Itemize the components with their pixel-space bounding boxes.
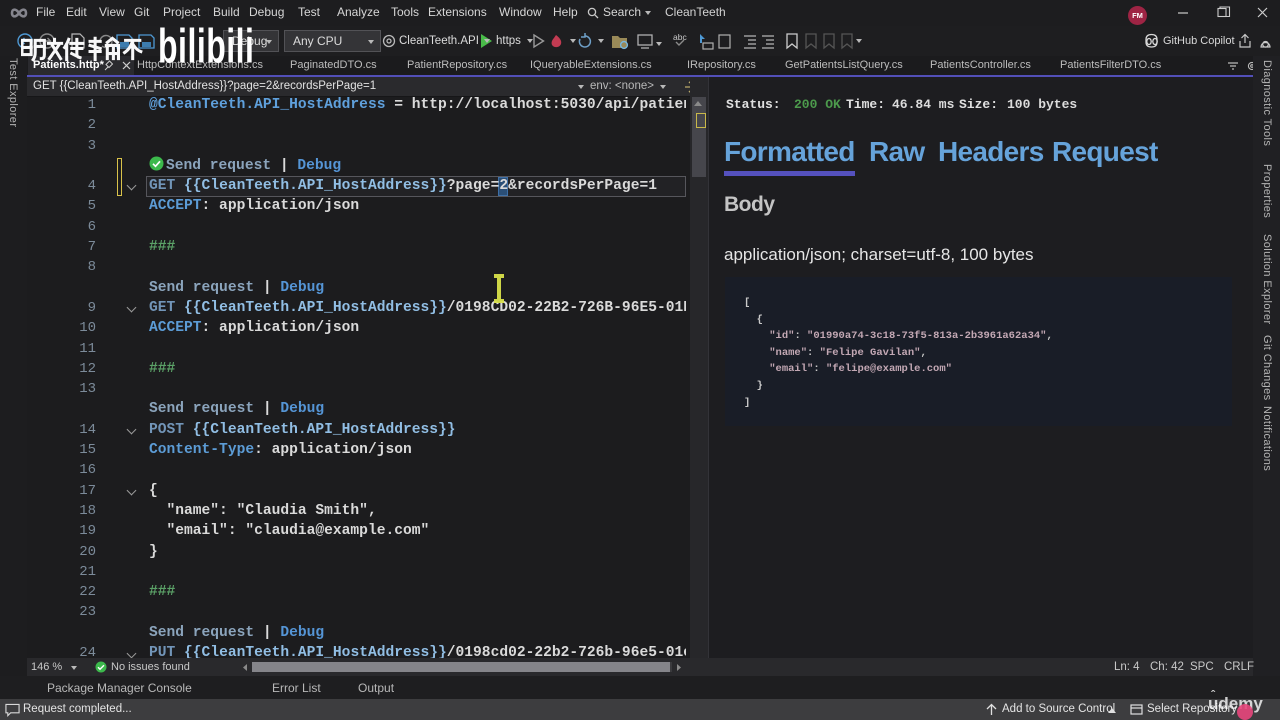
svg-text:abc: abc	[673, 32, 687, 42]
